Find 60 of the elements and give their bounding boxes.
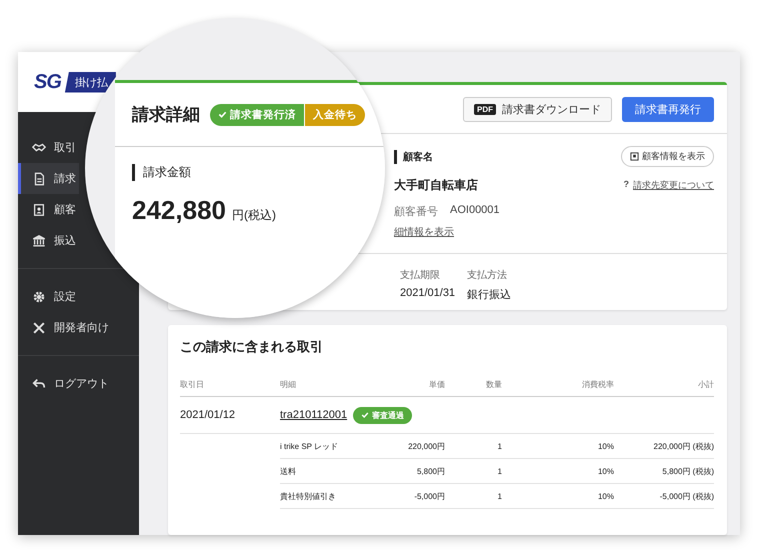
nav-item[interactable]: ログアウト xyxy=(18,368,112,399)
page-title: 請求詳細 xyxy=(132,104,200,126)
table-cell: 10% xyxy=(502,434,614,459)
nav-item[interactable]: 開発者向け xyxy=(18,312,112,343)
document-icon xyxy=(32,172,46,186)
field-label: 顧客番号 xyxy=(394,204,438,219)
status-badge: 入金待ち xyxy=(305,104,365,126)
logo-mark: SG xyxy=(34,70,61,94)
column-header: 明細 xyxy=(280,372,380,397)
nav-item[interactable]: 請求 xyxy=(18,163,79,194)
column-header: 消費税率 xyxy=(502,372,614,397)
table-cell: 220,000円 (税抜) xyxy=(614,434,714,459)
nav-item[interactable]: 振込 xyxy=(18,225,79,256)
table-cell: 10% xyxy=(502,459,614,484)
table-cell: 1 xyxy=(445,434,502,459)
table-cell: 貴社特別値引き xyxy=(280,484,380,509)
field-label: 支払方法 xyxy=(467,268,508,282)
section-title: この請求に含まれる取引 xyxy=(180,338,324,356)
status-badge: 請求書発行済 xyxy=(210,104,304,126)
customer-number: AOI00001 xyxy=(450,204,500,218)
table-cell: -5,000円 xyxy=(380,484,445,509)
nav-item[interactable]: 顧客 xyxy=(18,194,79,225)
field-value: 銀行振込 xyxy=(467,288,512,302)
table-cell: 送料 xyxy=(280,459,380,484)
table-cell: 1 xyxy=(445,459,502,484)
reissue-button[interactable]: 請求書再発行 xyxy=(622,96,714,122)
amount-value: 242,880 xyxy=(132,195,226,226)
bank-icon xyxy=(32,234,46,248)
download-button[interactable]: PDF 請求書ダウンロード xyxy=(463,96,612,122)
table-cell: 5,800円 xyxy=(380,459,445,484)
column-header: 取引日 xyxy=(180,372,280,397)
table-cell: 1 xyxy=(445,484,502,509)
nav-item[interactable]: 取引 xyxy=(18,132,79,163)
section-heading: 顧客名 xyxy=(394,150,433,164)
column-header: 小計 xyxy=(614,372,714,397)
table-cell: 2021/01/12 xyxy=(180,397,280,434)
back-arrow-icon xyxy=(32,376,46,390)
help-link[interactable]: 請求先変更について xyxy=(633,179,714,192)
amount-unit: 円(税込) xyxy=(232,207,276,224)
column-header: 単価 xyxy=(380,372,445,397)
help-mark: ? xyxy=(624,179,629,191)
status-badge: 審査通過 xyxy=(353,406,412,424)
settings-icon xyxy=(32,290,46,304)
table-cell: 10% xyxy=(502,484,614,509)
transaction-link[interactable]: tra210112001 xyxy=(280,409,348,421)
customer-name: 大手町自転車店 xyxy=(394,177,478,194)
column-header: 数量 xyxy=(445,372,502,397)
field-label: 支払期限 xyxy=(400,268,441,282)
table-cell: i trike SP レッド xyxy=(280,434,380,459)
table-cell: 220,000円 xyxy=(380,434,445,459)
contact-card-icon xyxy=(630,152,639,161)
customer-info-button[interactable]: 顧客情報を表示 xyxy=(621,146,714,167)
detail-link[interactable]: 細情報を表示 xyxy=(394,225,454,239)
logo-banner: 掛け払 xyxy=(64,72,116,92)
contact-card-icon xyxy=(32,202,46,216)
field-value: 2021/01/31 xyxy=(400,287,456,299)
nav-item[interactable]: 設定 xyxy=(18,281,79,312)
table-cell: 5,800円 (税抜) xyxy=(614,459,714,484)
section-heading: 請求金額 xyxy=(132,164,385,181)
table-cell: -5,000円 (税抜) xyxy=(614,484,714,509)
